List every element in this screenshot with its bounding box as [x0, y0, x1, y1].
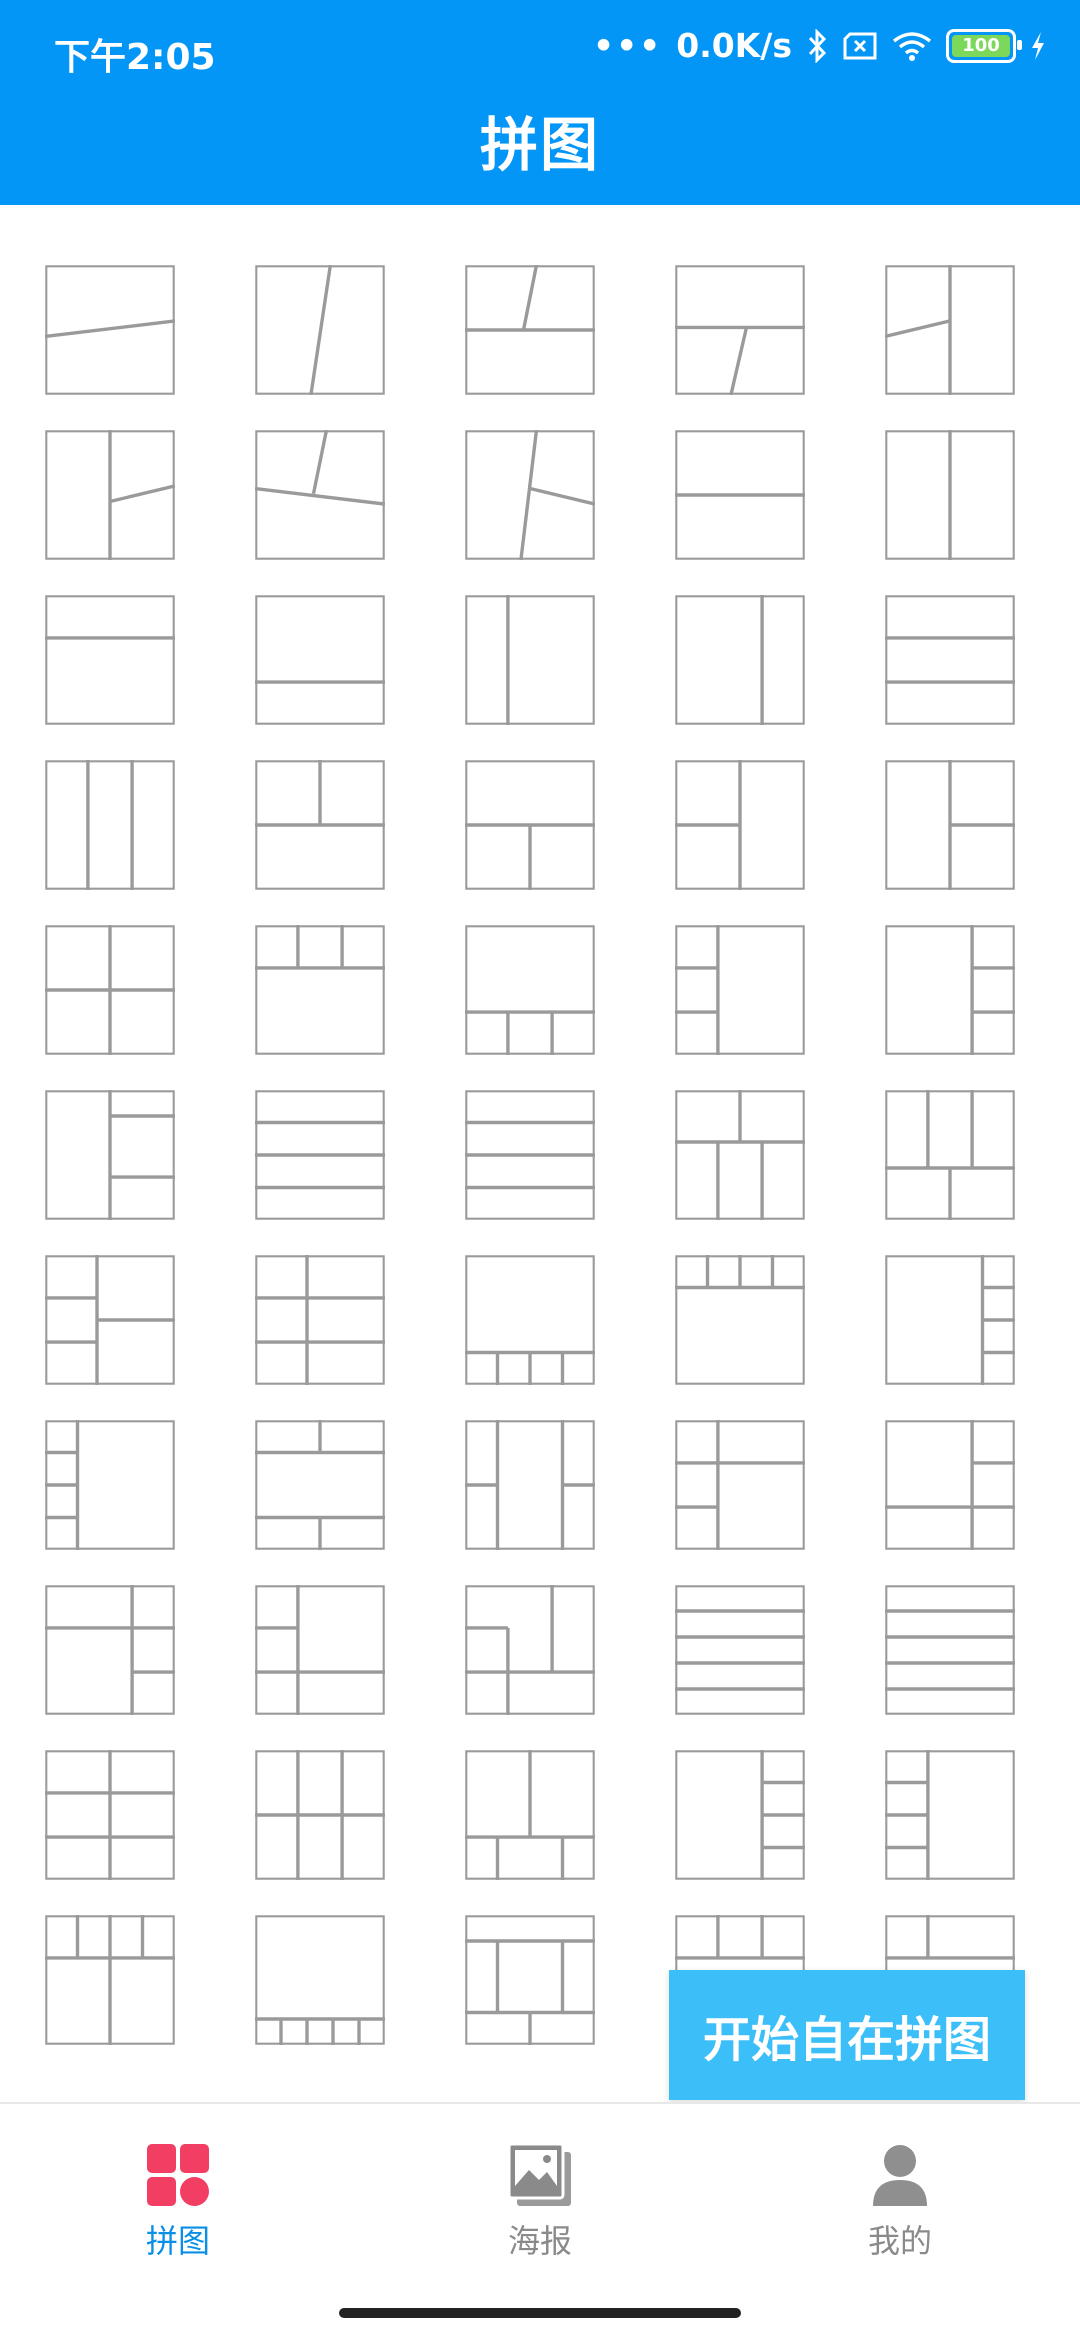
template-frame — [675, 1585, 805, 1715]
template-frame — [45, 760, 175, 890]
layout-template-31[interactable] — [45, 1255, 175, 1385]
layout-template-26[interactable] — [45, 1090, 175, 1220]
layout-template-43[interactable] — [465, 1585, 595, 1715]
page-title: 拼图 — [479, 111, 600, 179]
layout-template-2[interactable] — [255, 265, 385, 395]
template-frame — [885, 925, 1015, 1055]
layout-template-52[interactable] — [255, 1915, 385, 2045]
app-header: 下午2:05 ••• 0.0K/s 100 拼图 — [0, 0, 1080, 205]
template-frame — [255, 595, 385, 725]
layout-template-12[interactable] — [255, 595, 385, 725]
nav-item-puzzle[interactable]: 拼图 — [78, 2142, 278, 2262]
profile-icon — [873, 2145, 927, 2206]
more-dots-icon: ••• — [592, 26, 663, 65]
template-frame — [885, 1420, 1015, 1550]
layout-template-17[interactable] — [255, 760, 385, 890]
layout-template-20[interactable] — [885, 760, 1015, 890]
layout-template-19[interactable] — [675, 760, 805, 890]
layout-template-14[interactable] — [675, 595, 805, 725]
layout-template-11[interactable] — [45, 595, 175, 725]
template-frame — [255, 1255, 385, 1385]
layout-template-29[interactable] — [675, 1090, 805, 1220]
nav-label-profile: 我的 — [867, 2222, 932, 2260]
start-free-puzzle-button[interactable]: 开始自在拼图 — [669, 1970, 1025, 2100]
layout-template-51[interactable] — [45, 1915, 175, 2045]
template-frame — [675, 595, 805, 725]
template-frame — [675, 925, 805, 1055]
nav-item-profile[interactable]: 我的 — [800, 2142, 1000, 2262]
layout-template-45[interactable] — [885, 1585, 1015, 1715]
sim-icon — [843, 32, 877, 59]
layout-template-47[interactable] — [255, 1750, 385, 1880]
layout-template-35[interactable] — [885, 1255, 1015, 1385]
layout-template-13[interactable] — [465, 595, 595, 725]
nav-label-puzzle: 拼图 — [145, 2222, 210, 2260]
layout-template-25[interactable] — [885, 925, 1015, 1055]
status-bar-right: ••• 0.0K/s 100 — [593, 26, 1046, 65]
template-frame — [465, 1585, 595, 1715]
nav-item-poster[interactable]: 海报 — [440, 2142, 640, 2262]
layout-template-30[interactable] — [885, 1090, 1015, 1220]
layout-template-18[interactable] — [465, 760, 595, 890]
layout-template-24[interactable] — [675, 925, 805, 1055]
layout-template-33[interactable] — [465, 1255, 595, 1385]
template-frame — [45, 595, 175, 725]
template-grid — [0, 205, 1080, 2100]
layout-template-6[interactable] — [45, 430, 175, 560]
layout-template-49[interactable] — [675, 1750, 805, 1880]
nav-label-poster: 海报 — [507, 2222, 572, 2260]
template-frame — [255, 925, 385, 1055]
layout-template-32[interactable] — [255, 1255, 385, 1385]
layout-template-7[interactable] — [255, 430, 385, 560]
layout-template-10[interactable] — [885, 430, 1015, 560]
layout-template-42[interactable] — [255, 1585, 385, 1715]
wifi-icon — [892, 31, 932, 61]
layout-template-38[interactable] — [465, 1420, 595, 1550]
layout-template-41[interactable] — [45, 1585, 175, 1715]
layout-template-46[interactable] — [45, 1750, 175, 1880]
layout-template-3[interactable] — [465, 265, 595, 395]
layout-template-36[interactable] — [45, 1420, 175, 1550]
layout-template-44[interactable] — [675, 1585, 805, 1715]
layout-template-34[interactable] — [675, 1255, 805, 1385]
template-frame — [255, 1915, 385, 2045]
layout-template-28[interactable] — [465, 1090, 595, 1220]
template-frame — [885, 595, 1015, 725]
layout-template-8[interactable] — [465, 430, 595, 560]
charging-icon — [1032, 31, 1044, 60]
layout-template-15[interactable] — [885, 595, 1015, 725]
layout-template-23[interactable] — [465, 925, 595, 1055]
home-indicator — [339, 2308, 741, 2318]
battery-level: 100 — [962, 35, 1000, 56]
bottom-nav: 拼图 海报 我的 — [0, 2102, 1080, 2342]
layout-template-53[interactable] — [465, 1915, 595, 2045]
layout-template-37[interactable] — [255, 1420, 385, 1550]
layout-template-21[interactable] — [45, 925, 175, 1055]
layout-template-27[interactable] — [255, 1090, 385, 1220]
layout-template-39[interactable] — [675, 1420, 805, 1550]
puzzle-icon — [147, 2144, 209, 2206]
template-frame — [885, 1585, 1015, 1715]
layout-template-5[interactable] — [885, 265, 1015, 395]
layout-template-4[interactable] — [675, 265, 805, 395]
template-frame — [465, 925, 595, 1055]
layout-template-9[interactable] — [675, 430, 805, 560]
status-time: 下午2:05 — [54, 37, 216, 78]
layout-template-50[interactable] — [885, 1750, 1015, 1880]
layout-template-16[interactable] — [45, 760, 175, 890]
template-frame — [45, 1585, 175, 1715]
layout-template-48[interactable] — [465, 1750, 595, 1880]
layout-template-22[interactable] — [255, 925, 385, 1055]
bluetooth-icon — [808, 28, 827, 63]
layout-template-40[interactable] — [885, 1420, 1015, 1550]
network-speed: 0.0K/s — [676, 26, 792, 65]
template-frame — [465, 595, 595, 725]
poster-icon — [507, 2142, 571, 2206]
layout-template-1[interactable] — [45, 265, 175, 395]
template-frame — [675, 265, 805, 395]
template-frame — [675, 1420, 805, 1550]
battery-icon: 100 — [946, 28, 1022, 63]
template-frame — [255, 1585, 385, 1715]
